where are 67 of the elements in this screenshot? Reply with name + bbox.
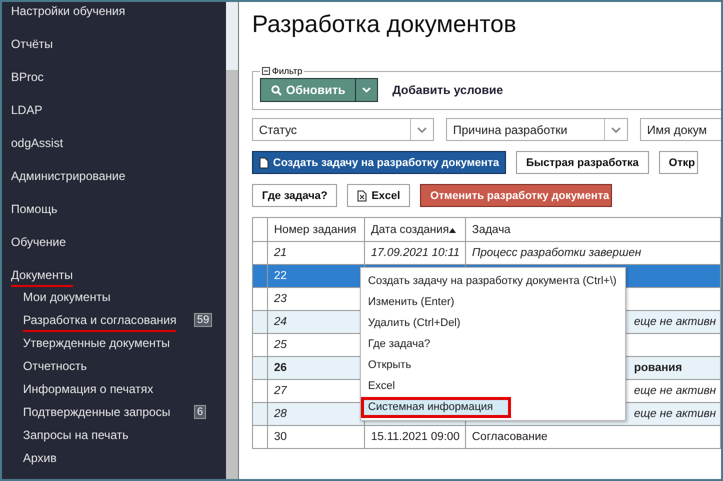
sidebar-subitem[interactable]: Утвержденные документы bbox=[23, 336, 170, 353]
table-cell: еще не активн bbox=[634, 316, 716, 328]
menu-item[interactable]: Excel bbox=[361, 376, 625, 397]
sidebar-item[interactable]: Администрирование bbox=[11, 168, 126, 186]
sidebar-item[interactable]: BProc bbox=[11, 69, 44, 87]
menu-item[interactable]: Создать задачу на разработку документа (Ctrl+\) bbox=[361, 271, 625, 292]
sidebar-subitem[interactable]: Отчетность bbox=[23, 359, 87, 376]
search-icon bbox=[271, 84, 282, 96]
sidebar-item[interactable]: odgAssist bbox=[11, 135, 64, 153]
table-cell: 30 bbox=[274, 431, 287, 443]
toolbar-button[interactable]: Создать задачу на разработку документа bbox=[252, 151, 506, 174]
table-cell: Согласование bbox=[472, 431, 548, 443]
sidebar-item[interactable]: Отчёты bbox=[11, 36, 53, 54]
sidebar-subitem[interactable]: Подтвержденные запросы bbox=[23, 405, 170, 422]
sidebar-subitem[interactable]: Архив bbox=[23, 451, 57, 468]
toolbar-button[interactable]: Где задача? bbox=[252, 184, 338, 207]
menu-item[interactable]: Где задача? bbox=[361, 334, 625, 355]
dropdown-field[interactable]: Имя докум bbox=[640, 118, 721, 141]
menu-item[interactable]: Открыть bbox=[361, 355, 625, 376]
toolbar-button[interactable]: Отменить разработку документа bbox=[420, 184, 612, 207]
table-cell: 22 bbox=[274, 270, 287, 282]
table-cell: 17.09.2021 10:11 bbox=[371, 247, 460, 259]
menu-item[interactable]: Изменить (Enter) bbox=[361, 292, 625, 313]
sidebar-item[interactable]: Обучение bbox=[11, 234, 66, 252]
menu-item[interactable]: Системная информация bbox=[361, 397, 511, 418]
document-icon bbox=[259, 156, 269, 168]
sidebar-subitem[interactable]: Запросы на печать bbox=[23, 428, 129, 445]
spreadsheet-icon bbox=[357, 190, 368, 202]
table-cell: 26 bbox=[274, 362, 287, 374]
table-cell: еще не активн bbox=[634, 408, 716, 420]
table-cell: Процесс разработки завершен bbox=[472, 247, 642, 259]
count-badge: 6 bbox=[194, 405, 206, 419]
table-cell: 21 bbox=[274, 247, 287, 259]
caret-icon bbox=[362, 87, 372, 93]
toolbar-button[interactable]: Excel bbox=[347, 184, 410, 207]
sidebar-item[interactable]: Помощь bbox=[11, 201, 58, 219]
column-header[interactable]: Задача bbox=[472, 224, 511, 236]
filter-legend: Фильтр bbox=[272, 66, 302, 76]
table-cell: 24 bbox=[274, 316, 287, 328]
table-cell: 27 bbox=[274, 385, 287, 397]
sidebar-item[interactable]: Документы bbox=[11, 267, 73, 287]
page-title: Разработка документов bbox=[252, 10, 518, 40]
add-condition-link[interactable]: Добавить условие bbox=[392, 83, 504, 97]
sidebar-subitem[interactable]: Разработка и согласования bbox=[23, 313, 176, 332]
table-cell: рования bbox=[634, 362, 682, 374]
refresh-button[interactable]: Обновить bbox=[260, 78, 356, 102]
count-badge: 59 bbox=[194, 313, 212, 327]
sidebar-subitem[interactable]: Мои документы bbox=[23, 290, 110, 307]
table-cell: 23 bbox=[274, 293, 287, 305]
table-cell: 28 bbox=[274, 408, 287, 420]
sort-ascending-icon[interactable] bbox=[448, 228, 456, 232]
table-cell: 15.11.2021 09:00 bbox=[371, 431, 460, 443]
toolbar-button[interactable]: Быстрая разработка bbox=[516, 151, 649, 174]
scrollbar[interactable] bbox=[226, 2, 239, 479]
dropdown-field[interactable]: Статус bbox=[252, 118, 434, 141]
sidebar-subitem[interactable]: Информация о печатях bbox=[23, 382, 154, 399]
chevron-icon bbox=[611, 126, 621, 132]
sidebar-item[interactable]: LDAP bbox=[11, 102, 42, 120]
toolbar-button[interactable]: Откр bbox=[658, 151, 698, 174]
dropdown-field[interactable]: Причина разработки bbox=[446, 118, 628, 141]
sidebar-item[interactable]: Настройки обучения bbox=[11, 3, 126, 21]
menu-item[interactable]: Удалить (Ctrl+Del) bbox=[361, 313, 625, 334]
table-cell: еще не активн bbox=[634, 385, 716, 397]
collapse-icon[interactable] bbox=[262, 67, 270, 75]
table-cell: 25 bbox=[274, 339, 287, 351]
dropdown-button[interactable] bbox=[356, 78, 378, 102]
chevron-icon bbox=[417, 126, 427, 132]
